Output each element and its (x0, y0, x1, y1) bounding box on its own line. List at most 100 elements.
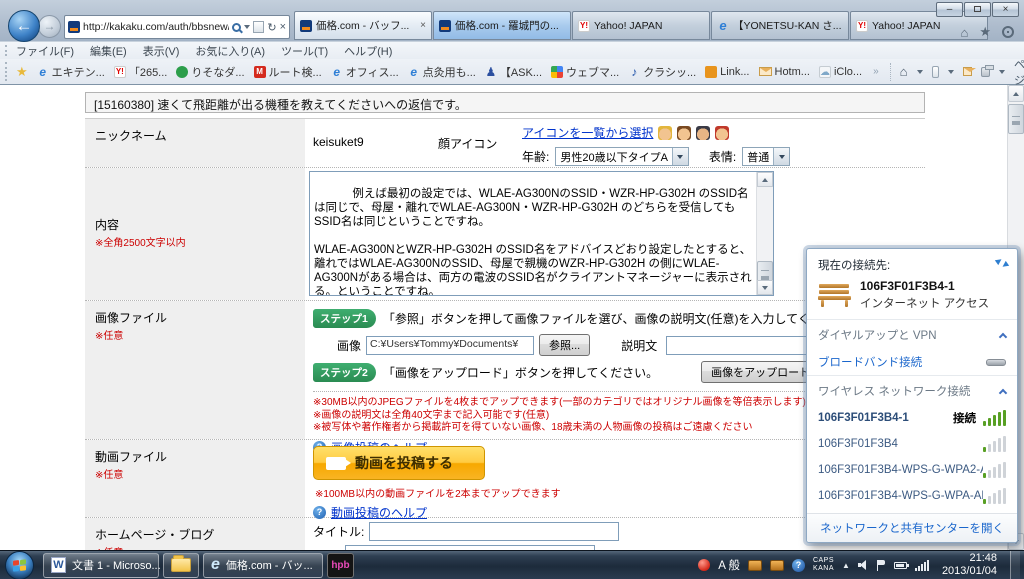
add-favorite-star-icon[interactable]: ★ (16, 64, 28, 80)
broadband-row[interactable]: ブロードバンド接続 (807, 349, 1017, 375)
menu-edit[interactable]: 編集(E) (90, 43, 127, 59)
menu-file[interactable]: ファイル(F) (16, 43, 74, 59)
rss-feed-icon[interactable] (931, 65, 940, 78)
battery-icon[interactable] (893, 561, 909, 569)
favorites-item[interactable]: Y! 「265... (113, 64, 167, 80)
favorites-item[interactable]: ♟ 【ASK... (485, 64, 542, 80)
show-hidden-icons-button[interactable]: ▲ (842, 561, 850, 570)
menu-view[interactable]: 表示(V) (143, 43, 180, 59)
expression-select[interactable]: 普通 (742, 147, 791, 166)
gear-icon[interactable] (1002, 26, 1014, 38)
favorites-item[interactable]: ウェブマ... (551, 64, 619, 80)
wifi-network-row[interactable]: 106F3F01F3B4-1 接続 (807, 405, 1017, 431)
close-button[interactable]: × (992, 2, 1019, 17)
image-path-input[interactable]: C:¥Users¥Tommy¥Documents¥ (366, 335, 535, 355)
wifi-network-row[interactable]: 106F3F01F3B4-WPS-G-WPA2-AES (807, 457, 1017, 483)
ime-toolbox-icon[interactable] (747, 559, 762, 571)
dialup-vpn-section[interactable]: ダイヤルアップと VPN (807, 319, 1017, 349)
chevron-down-icon[interactable] (773, 148, 790, 165)
menu-favorites[interactable]: お気に入り(A) (195, 43, 265, 59)
browse-button[interactable]: 参照... (539, 334, 591, 356)
taskbar-item-word[interactable]: W 文書 1 - Microso... (43, 552, 161, 578)
back-button[interactable]: ← (8, 10, 40, 42)
scrollbar-thumb[interactable] (1008, 104, 1024, 134)
compatibility-view-icon[interactable] (253, 21, 265, 33)
show-desktop-button[interactable] (1010, 550, 1020, 579)
favorites-item[interactable]: Hotm... (758, 66, 810, 78)
address-bar[interactable]: http://kakaku.com/auth/bbsnew/Input.asp … (64, 15, 290, 39)
favorites-item[interactable]: ♪ クラシッ... (628, 64, 696, 80)
ime-ball-icon[interactable] (698, 559, 711, 571)
wireless-section[interactable]: ワイヤレス ネットワーク接続 (807, 375, 1017, 405)
textarea-scrollbar[interactable] (756, 172, 773, 295)
favorites-item[interactable]: りそなダ... (176, 64, 245, 80)
face-icon-cell: アイコンを一覧から選択 年齢: 男性20歳以下タイプA 表情: 普通 (518, 119, 925, 167)
favorites-item[interactable]: Link... (705, 65, 750, 78)
start-button[interactable] (5, 550, 34, 579)
tab-kakaku-active[interactable]: 価格.com - バッフ... × (294, 11, 432, 40)
ime-help-icon[interactable]: ? (791, 558, 805, 572)
favorites-item[interactable]: e オフィス... (331, 64, 399, 80)
print-dropdown-icon[interactable] (999, 69, 1006, 74)
taskbar-item-hpb[interactable]: hpb (327, 552, 354, 578)
feed-dropdown-icon[interactable] (948, 69, 955, 74)
scroll-up-button[interactable] (1008, 85, 1024, 102)
favorites-item-label: オフィス... (345, 66, 399, 79)
collapse-chevron-icon[interactable] (998, 388, 1008, 397)
scroll-down-button[interactable] (757, 280, 773, 295)
tab-kakaku-2[interactable]: 価格.com - 羅城門の... (433, 11, 571, 40)
favorites-star-icon[interactable]: ★ (979, 24, 991, 40)
favorites-item[interactable]: e エキテン... (37, 64, 105, 80)
print-icon[interactable] (980, 64, 995, 77)
refresh-networks-icon[interactable] (994, 256, 1010, 270)
forward-button[interactable]: → (38, 15, 61, 38)
chevron-down-icon[interactable] (671, 148, 688, 165)
open-network-center-link[interactable]: ネットワークと共有センターを開く (820, 520, 1004, 536)
menu-help[interactable]: ヘルプ(H) (344, 43, 392, 59)
collapse-chevron-icon[interactable] (998, 332, 1008, 341)
url-text[interactable]: http://kakaku.com/auth/bbsnew/Input.asp (83, 21, 229, 33)
post-video-button[interactable]: 動画を投稿する (313, 446, 485, 480)
taskbar-item-ie[interactable]: e 価格.com - バッ... (203, 552, 323, 578)
home-icon[interactable]: ⌂ (900, 64, 908, 79)
favorites-item[interactable]: e 点灸用も... (408, 64, 476, 80)
search-icon[interactable] (232, 22, 242, 32)
age-select[interactable]: 男性20歳以下タイプA (555, 147, 689, 166)
content-textarea[interactable]: 例えば最初の設定では、WLAE-AG300NのSSID・WZR-HP-G302H… (309, 171, 774, 296)
minimize-button[interactable]: – (936, 2, 963, 17)
home-icon[interactable]: ⌂ (960, 25, 968, 40)
upload-image-button[interactable]: 画像をアップロード (701, 361, 821, 383)
refresh-icon[interactable]: ↻ (267, 21, 276, 34)
page-menu-button[interactable]: ページ(P) (1014, 56, 1024, 88)
tab-close-icon[interactable]: × (420, 20, 426, 31)
network-center-footer[interactable]: ネットワークと共有センターを開く (807, 513, 1017, 542)
home-dropdown-icon[interactable] (916, 69, 923, 74)
ime-pad-icon[interactable] (769, 559, 784, 571)
overflow-chevron-icon[interactable]: » (873, 66, 879, 77)
nickname-value[interactable]: keisuket9 (305, 119, 430, 167)
scroll-up-button[interactable] (757, 172, 773, 187)
wifi-network-row[interactable]: 106F3F01F3B4-WPS-G-WPA-AES (807, 483, 1017, 509)
favorites-item[interactable]: ☁ iClo... (818, 65, 862, 78)
search-dropdown-icon[interactable] (244, 25, 251, 29)
volume-icon[interactable] (857, 560, 869, 570)
taskbar-clock[interactable]: 21:48 2013/01/04 (942, 552, 997, 578)
homepage-title-input[interactable] (369, 522, 620, 541)
read-mail-icon[interactable] (963, 67, 976, 76)
menu-tools[interactable]: ツール(T) (281, 43, 328, 59)
broadband-link[interactable]: ブロードバンド接続 (818, 354, 986, 370)
tab-yonetsu[interactable]: e 【YONETSU-KAN さ... (711, 11, 849, 40)
network-signal-icon[interactable] (914, 559, 929, 571)
caps-kana-indicator[interactable]: CAPS KANA (813, 557, 834, 573)
action-center-flag-icon[interactable] (876, 559, 886, 571)
wifi-network-row[interactable]: 106F3F01F3B4 (807, 431, 1017, 457)
maximize-button[interactable] (964, 2, 991, 17)
ime-mode-indicator[interactable]: A 般 (718, 557, 740, 573)
stop-icon[interactable]: × (280, 21, 286, 33)
image-file-row: 画像ファイル ※任意 ステップ1 「参照」ボタンを押して画像ファイルを選び、画像… (85, 301, 1003, 455)
icon-select-link[interactable]: アイコンを一覧から選択 (522, 124, 653, 141)
tab-yahoo-1[interactable]: Y! Yahoo! JAPAN (572, 11, 710, 40)
taskbar-item-explorer[interactable] (163, 552, 199, 578)
favorites-item-label: ルート検... (268, 66, 322, 79)
favorites-item[interactable]: M ルート検... (253, 64, 322, 80)
